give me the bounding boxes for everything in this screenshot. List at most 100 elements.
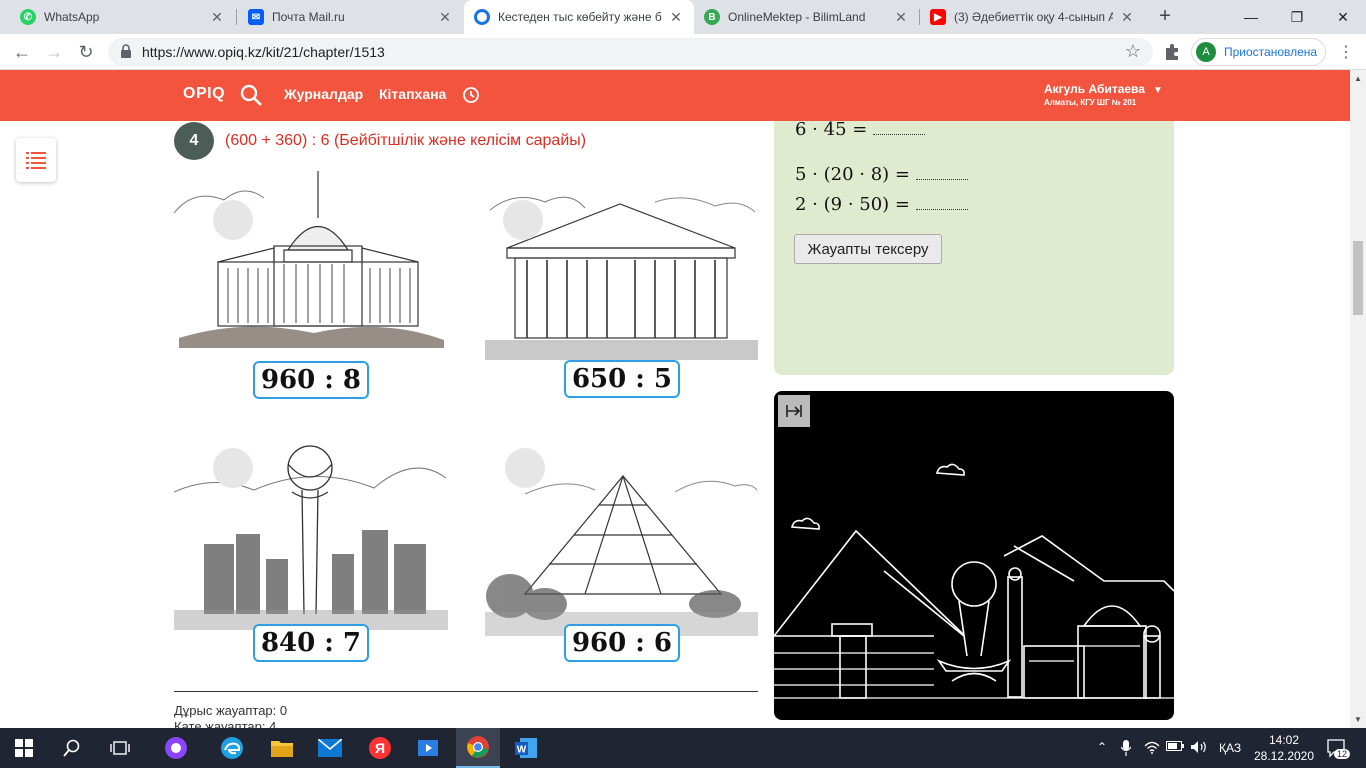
bookmark-star-icon[interactable]: ☆ bbox=[1125, 41, 1141, 62]
chevron-down-icon[interactable]: ▼ bbox=[1153, 85, 1163, 96]
astana-skyline-illustration bbox=[774, 463, 1174, 699]
profile-button[interactable]: A Приостановлена bbox=[1191, 38, 1326, 66]
user-organization: Алматы, КГУ ШГ № 201 bbox=[1044, 98, 1137, 107]
answer-radio[interactable] bbox=[213, 200, 253, 240]
page-scrollbar[interactable]: ▲ ▼ bbox=[1350, 70, 1366, 728]
close-icon[interactable]: ✕ bbox=[209, 9, 225, 26]
input-language[interactable]: ҚАЗ bbox=[1219, 741, 1241, 755]
user-name[interactable]: Акгуль Абитаева bbox=[1044, 82, 1145, 96]
equation-text: 6 · 45 = bbox=[795, 119, 868, 140]
answer-card-pyramid[interactable]: 960 : 6 bbox=[485, 446, 758, 662]
edge-icon[interactable] bbox=[218, 734, 246, 762]
tab-title: Кестеден тыс көбейту және б bbox=[498, 10, 662, 24]
equation-row: 5 · (20 · 8) = bbox=[795, 164, 968, 185]
svg-text:Я: Я bbox=[375, 740, 385, 756]
history-clock-icon[interactable] bbox=[462, 86, 480, 104]
tab-opiq[interactable]: Кестеден тыс көбейту және б ✕ bbox=[464, 0, 694, 34]
taskbar-date[interactable]: 28.12.2020 bbox=[1252, 749, 1316, 763]
tab-youtube[interactable]: ▶ (3) Әдебиеттік оқу 4-сынып А ✕ bbox=[920, 0, 1145, 34]
tab-bilimland[interactable]: B OnlineMektep - BilimLand ✕ bbox=[694, 0, 919, 34]
close-window-button[interactable]: ✕ bbox=[1320, 0, 1366, 34]
search-icon[interactable] bbox=[239, 83, 263, 107]
tab-whatsapp[interactable]: ✆ WhatsApp ✕ bbox=[10, 0, 235, 34]
alice-icon[interactable] bbox=[162, 734, 190, 762]
table-of-contents-button[interactable] bbox=[16, 138, 56, 182]
browser-toolbar: ← → ↻ https://www.opiq.kz/kit/21/chapter… bbox=[0, 34, 1366, 70]
mail-icon[interactable] bbox=[316, 734, 344, 762]
tab-title: (3) Әдебиеттік оқу 4-сынып А bbox=[954, 10, 1113, 24]
expression-label: 960 : 8 bbox=[253, 361, 369, 399]
equation-row: 2 · (9 · 50) = bbox=[795, 194, 968, 215]
close-icon[interactable]: ✕ bbox=[437, 9, 453, 26]
microphone-icon[interactable] bbox=[1120, 740, 1132, 759]
answer-radio[interactable] bbox=[505, 448, 545, 488]
lock-icon bbox=[121, 44, 131, 58]
scroll-up-icon[interactable]: ▲ bbox=[1354, 74, 1362, 83]
volume-icon[interactable] bbox=[1190, 740, 1208, 757]
svg-text:W: W bbox=[517, 745, 527, 756]
answer-card-baiterek[interactable]: 840 : 7 bbox=[173, 434, 448, 662]
more-menu-icon[interactable]: ⋮ bbox=[1338, 42, 1354, 62]
expression-label: 650 : 5 bbox=[564, 360, 680, 398]
expression-label: 960 : 6 bbox=[564, 624, 680, 662]
notification-count-badge: 12 bbox=[1334, 749, 1351, 759]
address-bar[interactable]: https://www.opiq.kz/kit/21/chapter/1513 … bbox=[108, 38, 1153, 66]
chevron-up-icon[interactable]: ⌃ bbox=[1097, 740, 1107, 754]
tab-separator bbox=[236, 9, 237, 25]
site-logo[interactable]: OPIQ bbox=[183, 85, 225, 103]
equation-row: 6 · 45 = bbox=[795, 119, 926, 140]
tab-title: OnlineMektep - BilimLand bbox=[728, 10, 866, 24]
close-icon[interactable]: ✕ bbox=[668, 9, 684, 26]
yandex-browser-icon[interactable]: Я bbox=[366, 734, 394, 762]
check-answer-button[interactable]: Жауапты тексеру bbox=[794, 234, 942, 264]
windows-start-icon[interactable] bbox=[10, 734, 38, 762]
site-header: OPIQ Журналдар Кітапхана Акгуль Абитаева… bbox=[0, 70, 1350, 121]
url-text: https://www.opiq.kz/kit/21/chapter/1513 bbox=[142, 44, 385, 60]
reload-button[interactable]: ↻ bbox=[74, 40, 98, 64]
task-view-icon[interactable] bbox=[106, 734, 134, 762]
answer-radio[interactable] bbox=[503, 200, 543, 240]
scrollbar-thumb[interactable] bbox=[1353, 241, 1363, 315]
back-button[interactable]: ← bbox=[10, 40, 34, 64]
answer-card-theatre[interactable]: 650 : 5 bbox=[485, 190, 758, 398]
media-player-icon[interactable] bbox=[414, 734, 442, 762]
nav-library[interactable]: Кітапхана bbox=[379, 86, 446, 102]
answer-input[interactable] bbox=[915, 194, 968, 210]
mail-icon: ✉ bbox=[248, 9, 264, 25]
battery-icon[interactable] bbox=[1166, 740, 1184, 755]
close-icon[interactable]: ✕ bbox=[893, 9, 909, 26]
file-explorer-icon[interactable] bbox=[268, 734, 296, 762]
animation-player[interactable] bbox=[774, 391, 1174, 720]
wifi-icon[interactable] bbox=[1144, 740, 1160, 757]
whatsapp-icon: ✆ bbox=[20, 9, 36, 25]
maximize-button[interactable]: ❐ bbox=[1274, 0, 1320, 34]
answer-radio[interactable] bbox=[213, 448, 253, 488]
exercise-panel: 6 · 45 = 5 · (20 · 8) = 2 · (9 · 50) = Ж… bbox=[774, 119, 1174, 375]
answer-input[interactable] bbox=[915, 164, 968, 180]
word-icon[interactable]: W bbox=[512, 734, 540, 762]
tab-strip: ✆ WhatsApp ✕ ✉ Почта Mail.ru ✕ Кестеден … bbox=[0, 0, 1366, 34]
equation-text: 2 · (9 · 50) = bbox=[795, 194, 910, 215]
avatar: A bbox=[1196, 42, 1216, 62]
taskbar-time[interactable]: 14:02 bbox=[1264, 733, 1304, 747]
answer-input[interactable] bbox=[873, 119, 926, 135]
results-divider bbox=[174, 691, 758, 692]
chrome-icon[interactable] bbox=[456, 728, 500, 768]
extensions-icon[interactable] bbox=[1162, 42, 1182, 62]
scroll-down-icon[interactable]: ▼ bbox=[1354, 715, 1362, 724]
expression-label: 840 : 7 bbox=[253, 624, 369, 662]
minimize-button[interactable]: — bbox=[1228, 0, 1274, 34]
bilimland-icon: B bbox=[704, 9, 720, 25]
tab-mail[interactable]: ✉ Почта Mail.ru ✕ bbox=[238, 0, 463, 34]
nav-journals[interactable]: Журналдар bbox=[284, 86, 363, 102]
opiq-icon bbox=[474, 9, 490, 25]
equation-text: 5 · (20 · 8) = bbox=[795, 164, 910, 185]
close-icon[interactable]: ✕ bbox=[1119, 9, 1135, 26]
task-prompt: (600 + 360) : 6 (Бейбітшілік және келісі… bbox=[225, 132, 587, 149]
forward-button[interactable]: → bbox=[42, 40, 66, 64]
profile-status: Приостановлена bbox=[1224, 45, 1318, 59]
search-icon[interactable] bbox=[58, 734, 86, 762]
youtube-icon: ▶ bbox=[930, 9, 946, 25]
answer-card-akorda[interactable]: 960 : 8 bbox=[173, 168, 448, 399]
new-tab-button[interactable]: + bbox=[1153, 5, 1177, 28]
